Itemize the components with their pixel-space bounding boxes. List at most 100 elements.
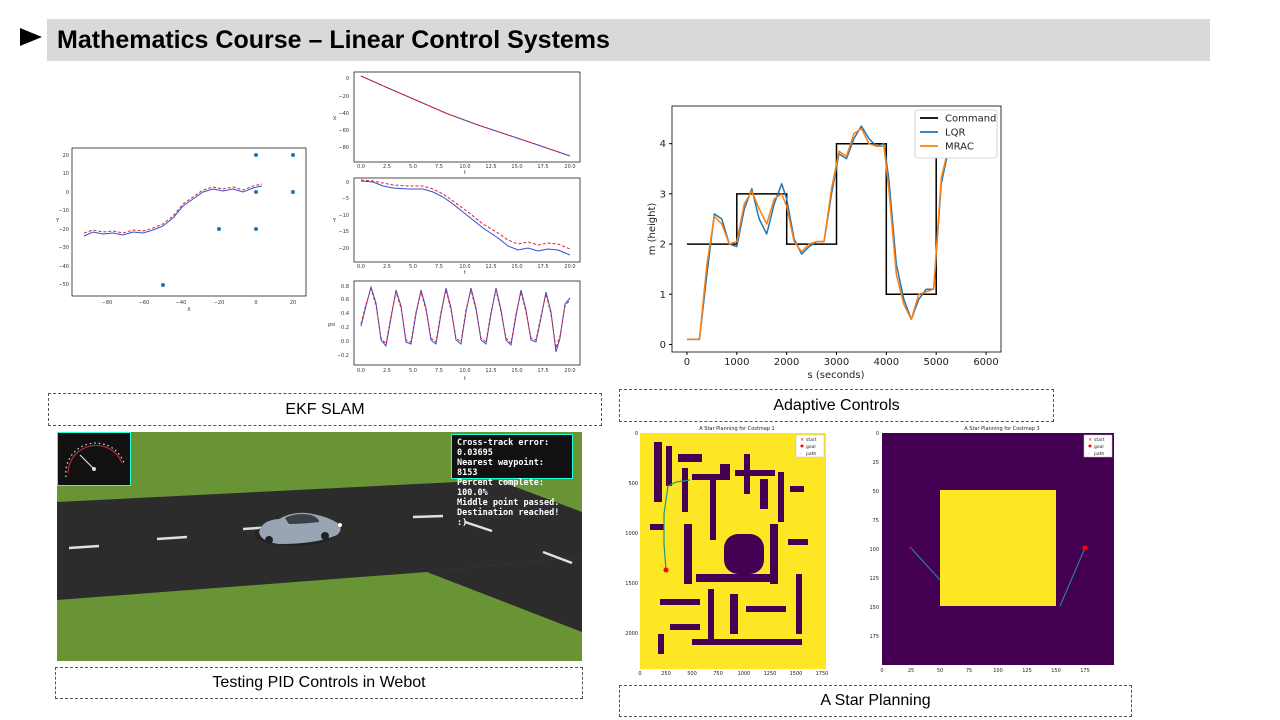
ekf-x-xtick: 12.5 [485,164,496,170]
costmap1-xtick: 1250 [764,671,777,677]
costmap3-free-block [940,490,1056,606]
ekf-y-xtick: 7.5 [435,264,443,270]
ekf-slam-panel: −80 −60 −40 −20 0 20 X 20 10 0 −10 −20 −… [48,68,602,386]
adaptive-yticks: 0 1 2 3 4 [660,139,672,351]
costmap1-ytick: 0 [635,431,638,437]
adaptive-xtick-label: 4000 [874,357,899,368]
adaptive-xticks: 0 1000 2000 3000 4000 5000 6000 [684,352,999,368]
ekf-map-xtick: −40 [176,300,187,306]
telemetry-hud: Cross-track error: 0.03695 Nearest waypo… [451,434,573,528]
landmark-point [291,190,295,194]
ekf-x-xtick: 17.5 [537,164,548,170]
ekf-y-ytick: −15 [338,229,349,235]
ekf-x-ylabel: X [333,116,337,122]
ekf-psi-ytick: 0.8 [341,284,349,290]
costmap1-xtick: 1000 [738,671,751,677]
hud-line: Destination reached! :) [457,508,560,528]
adaptive-ylabel: m (height) [647,203,658,256]
ekf-map-ylabel: Y [55,218,60,224]
ekf-psi-ytick: 0.4 [341,311,349,317]
webot-simulation-panel: Cross-track error: 0.03695 Nearest waypo… [57,432,582,661]
costmap3-xtick: 150 [1051,668,1061,674]
ekf-psi-xtick: 15.0 [511,368,522,374]
ekf-psi-xtick: 5.0 [409,368,417,374]
ekf-map-ytick: −10 [58,208,69,214]
ekf-slam-figure: −80 −60 −40 −20 0 20 X 20 10 0 −10 −20 −… [55,71,581,382]
landmark-point [217,227,221,231]
costmap3-goal-marker [1082,545,1088,551]
costmap1-xtick: 0 [638,671,641,677]
ekf-map-ytick: 0 [66,190,69,196]
ekf-y-ytick: 0 [346,180,349,186]
ekf-x-subplot: 0 −20 −40 −60 −80 0.0 2.5 5.0 7.5 10.0 1… [333,71,581,176]
ekf-slam-caption: EKF SLAM [48,393,602,426]
costmap3-xtick: 125 [1022,668,1032,674]
landmark-point [254,190,258,194]
ekf-x-ytick: −60 [338,128,349,134]
landmark-point [254,153,258,157]
adaptive-controls-panel: 0 1000 2000 3000 4000 5000 6000 0 1 2 3 4 s (secon… [619,68,1044,386]
ekf-y-ytick: −5 [342,196,349,202]
ekf-map-xtick: 20 [290,300,296,306]
ekf-x-xtick: 0.0 [357,164,365,170]
astar-caption: A Star Planning [619,685,1132,717]
ekf-y-subplot: 0 −5 −10 −15 −20 0.0 2.5 5.0 7.5 10.0 12… [332,177,581,276]
astar-panel: A Star Planning for Costmap 1 0 250 500 … [620,424,1132,680]
svg-text:×: × [800,437,804,443]
ekf-x-ytick: −80 [338,145,349,151]
ekf-psi-ytick: 0.2 [341,325,349,331]
ekf-y-xtick: 17.5 [537,264,548,270]
adaptive-xtick-label: 5000 [923,357,948,368]
landmark-point [254,227,258,231]
costmap3-ytick: 0 [876,431,879,437]
costmap1-title: A Star Planning for Costmap 1 [699,426,774,432]
costmap3-ytick: 175 [869,634,879,640]
hud-line: Cross-track error: 0.03695 [457,438,550,458]
ekf-x-ytick: 0 [346,76,349,82]
ekf-psi-xtick: 20.0 [564,368,575,374]
ekf-psi-xtick: 0.0 [357,368,365,374]
adaptive-xtick-label: 1000 [724,357,749,368]
costmap3-ytick: 125 [869,576,879,582]
adaptive-ytick-label: 1 [660,290,666,301]
ekf-x-xlabel: t [464,170,466,176]
adaptive-ytick-label: 0 [660,340,666,351]
legend-goal: goal [806,444,816,450]
costmap3-ytick: 150 [869,605,879,611]
slide-bullet [20,28,42,46]
legend-label-command: Command [945,114,996,125]
ekf-map-xtick: −60 [139,300,150,306]
hud-line: Nearest waypoint: 8153 [457,458,544,478]
costmap1-xtick: 1500 [790,671,803,677]
ekf-psi-ytick: −0.2 [337,353,349,359]
adaptive-xtick-label: 6000 [973,357,998,368]
costmap1-ytick: 1500 [625,581,638,587]
ekf-x-xtick: 15.0 [511,164,522,170]
legend-label-lqr: LQR [945,128,965,139]
costmap1-goal-marker [663,567,669,573]
hud-line: Middle point passed. [457,498,560,508]
ekf-map-ytick: −20 [58,227,69,233]
costmap1-xtick: 250 [661,671,671,677]
costmap1-ytick: 500 [628,481,638,487]
costmap3-ytick: 100 [869,547,879,553]
costmap1-xtick: 750 [713,671,723,677]
astar-costmap-3: A Star Planning for Costmap 3 × 0 25 50 … [860,424,1132,680]
costmap3-xtick: 75 [966,668,972,674]
costmap3-xtick: 100 [993,668,1003,674]
ekf-y-xtick: 0.0 [357,264,365,270]
ekf-psi-xtick: 2.5 [383,368,391,374]
costmap1-xtick: 500 [687,671,697,677]
ekf-psi-xtick: 10.0 [459,368,470,374]
ekf-y-xtick: 15.0 [511,264,522,270]
adaptive-xlabel: s (seconds) [807,370,864,381]
landmark-point [291,153,295,157]
adaptive-xtick-label: 2000 [774,357,799,368]
ekf-map-xtick: −20 [214,300,225,306]
adaptive-controls-chart: 0 1000 2000 3000 4000 5000 6000 0 1 2 3 4 s (secon… [647,105,1002,381]
ekf-psi-subplot: 0.8 0.6 0.4 0.2 0.0 −0.2 0.0 2.5 5.0 7.5… [328,280,581,382]
ekf-map-ytick: −50 [58,282,69,288]
costmap3-xtick: 25 [908,668,914,674]
ekf-y-xtick: 12.5 [485,264,496,270]
ekf-x-ytick: −40 [338,111,349,117]
